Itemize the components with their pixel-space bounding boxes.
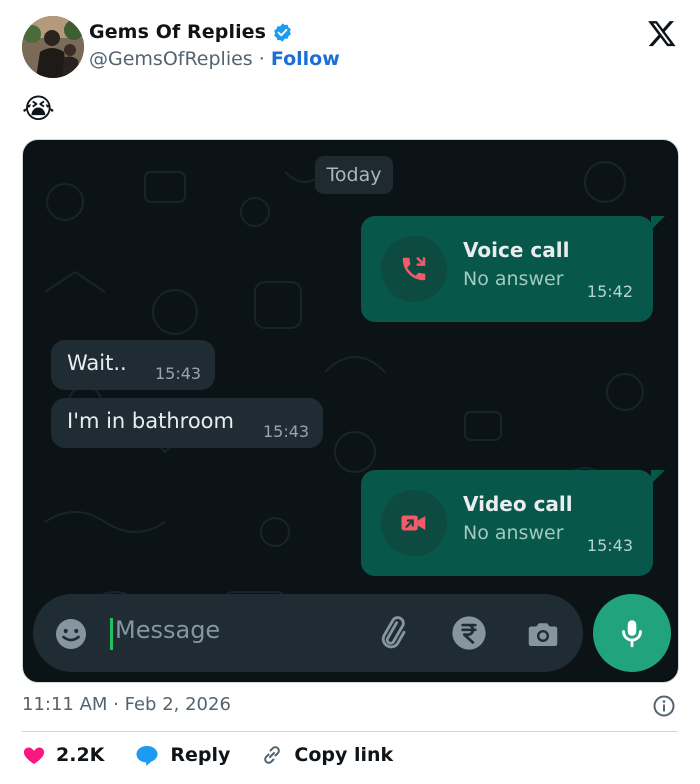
verified-badge-icon [272, 22, 293, 43]
payment-icon[interactable] [450, 614, 488, 652]
attach-icon[interactable] [373, 614, 411, 652]
handle-row: @GemsOfReplies · Follow [89, 48, 340, 70]
message-text: Wait.. [67, 351, 127, 375]
camera-icon[interactable] [525, 616, 561, 652]
voice-call-bubble[interactable]: Voice call No answer 15:42 [361, 216, 665, 322]
incoming-message[interactable]: I'm in bathroom 15:43 [51, 398, 323, 448]
call-title: Voice call [463, 238, 570, 262]
mic-button[interactable] [593, 594, 671, 672]
follow-button[interactable]: Follow [271, 48, 340, 70]
tweet-actions: 2.2K Reply Copy link [22, 743, 423, 767]
avatar[interactable] [22, 16, 84, 78]
handle-separator: · [258, 48, 265, 70]
date-chip: Today [315, 156, 393, 194]
display-name[interactable]: Gems Of Replies [89, 21, 266, 43]
message-input-placeholder[interactable]: Message [115, 616, 220, 644]
tweet-timestamp[interactable]: 11:11 AM · Feb 2, 2026 [22, 694, 231, 715]
copy-link-button[interactable]: Copy link [260, 743, 393, 767]
call-title: Video call [463, 492, 573, 516]
emoji-icon[interactable] [53, 616, 89, 652]
reply-label: Reply [170, 744, 231, 766]
like-count: 2.2K [56, 744, 105, 766]
link-icon [264, 746, 281, 764]
info-icon[interactable] [652, 694, 676, 722]
missed-video-call-icon [381, 490, 447, 556]
incoming-message[interactable]: Wait.. 15:43 [51, 340, 215, 390]
author-name-row: Gems Of Replies [89, 21, 293, 43]
reply-bubble-icon [136, 746, 158, 766]
text-cursor [110, 618, 113, 650]
missed-voice-call-icon [381, 236, 447, 302]
x-logo-icon[interactable] [647, 18, 677, 48]
call-status: No answer [463, 268, 564, 290]
call-status: No answer [463, 522, 564, 544]
tweet-media-image[interactable]: Today Voice call No answer 15:42 Wait.. … [22, 139, 679, 683]
handle[interactable]: @GemsOfReplies [89, 48, 253, 70]
message-time: 15:43 [155, 364, 202, 383]
message-time: 15:42 [586, 282, 633, 301]
reply-button[interactable]: Reply [134, 743, 230, 767]
message-time: 15:43 [586, 536, 633, 555]
tweet-text: 😭 [22, 92, 55, 125]
like-button[interactable]: 2.2K [22, 743, 104, 767]
message-text: I'm in bathroom [67, 409, 234, 433]
chat-screenshot: Today Voice call No answer 15:42 Wait.. … [25, 142, 676, 680]
divider [22, 731, 678, 732]
heart-icon [23, 747, 45, 764]
microphone-icon [622, 620, 642, 648]
message-composer[interactable]: Message [33, 594, 583, 672]
copy-link-label: Copy link [294, 744, 394, 766]
message-time: 15:43 [263, 422, 310, 441]
video-call-bubble[interactable]: Video call No answer 15:43 [361, 470, 665, 576]
